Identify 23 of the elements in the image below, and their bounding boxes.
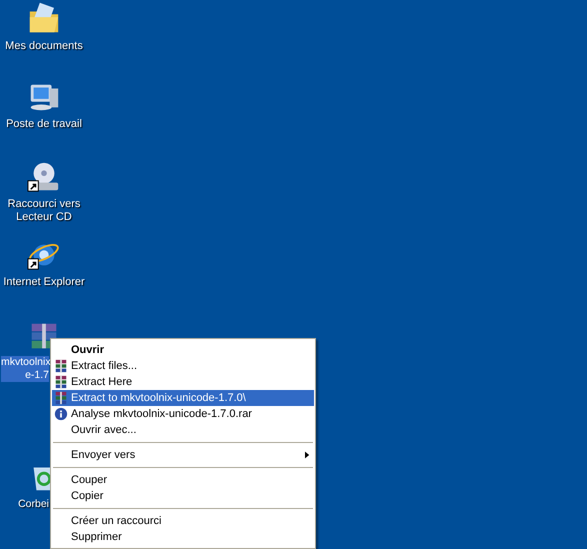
menu-item[interactable]: Ouvrir: [52, 342, 314, 358]
archive-icon: [54, 375, 68, 389]
icon-label[interactable]: Raccourci vers Lecteur CD: [6, 198, 82, 224]
info-icon: [54, 407, 68, 421]
menu-item[interactable]: Extract Here: [52, 374, 314, 390]
menu-item[interactable]: Analyse mkvtoolnix-unicode-1.7.0.rar: [52, 406, 314, 422]
icon-label[interactable]: Corbei: [1, 498, 49, 511]
menu-item[interactable]: Envoyer vers: [52, 447, 314, 463]
menu-item[interactable]: Copier: [52, 488, 314, 504]
menu-item[interactable]: Couper: [52, 472, 314, 488]
menu-item[interactable]: Supprimer: [52, 529, 314, 545]
archive-icon: [54, 359, 68, 373]
archive-icon: [54, 391, 68, 405]
icon-label[interactable]: Internet Explorer: [2, 276, 86, 289]
icon-label[interactable]: Mes documents: [4, 40, 84, 53]
menu-item[interactable]: Ouvrir avec...: [52, 422, 314, 438]
icon-label[interactable]: Poste de travail: [5, 118, 83, 131]
icon-label[interactable]: mkvtoolnix e-1.7: [1, 356, 49, 382]
menu-item[interactable]: Extract files...: [52, 358, 314, 374]
menu-item[interactable]: Extract to mkvtoolnix-unicode-1.7.0\: [52, 390, 314, 406]
submenu-arrow-icon: [305, 451, 310, 459]
menu-item[interactable]: Créer un raccourci: [52, 513, 314, 529]
cd-drive-icon[interactable]: [27, 160, 61, 194]
